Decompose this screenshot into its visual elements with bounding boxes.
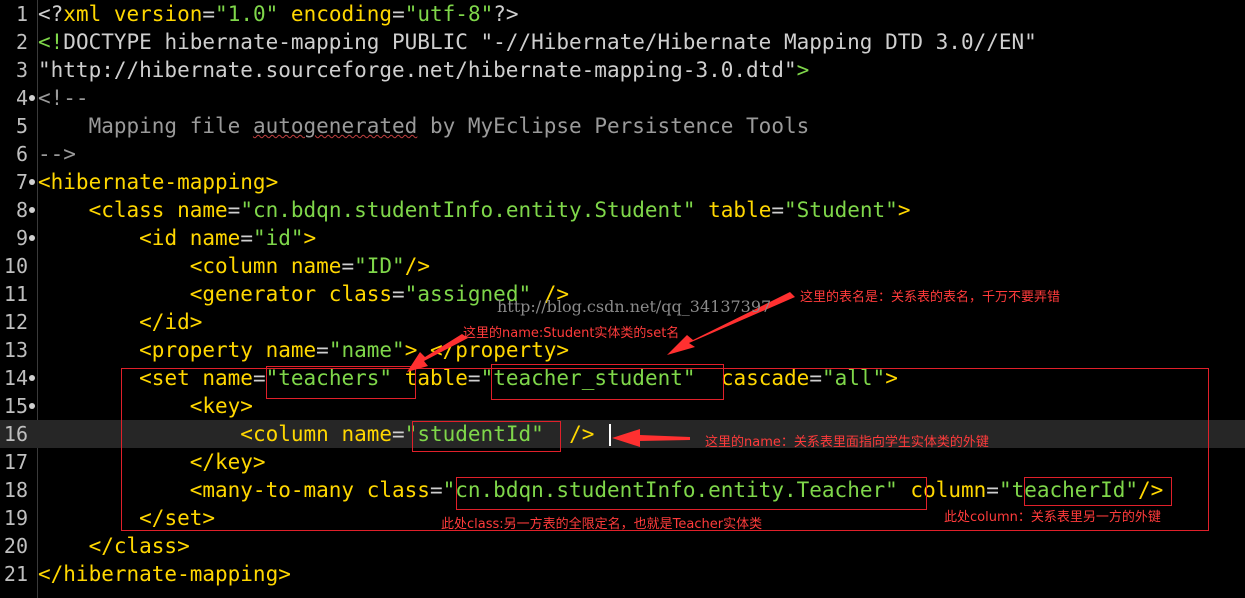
note-table-name: 这里的表名是：关系表的表名，千万不要弄错 xyxy=(800,290,1061,305)
note-set-name: 这里的name:Student实体类的set名 xyxy=(463,326,680,341)
note-many-to-many-column: 此处column：关系表里另一方的外键 xyxy=(944,510,1161,525)
note-key-column: 这里的name：关系表里面指向学生实体类的外键 xyxy=(705,435,989,450)
csdn-watermark: http://blog.csdn.net/qq_34137397 xyxy=(497,297,772,316)
note-many-to-many-class: 此处class:另一方表的全限定名，也就是Teacher实体类 xyxy=(441,517,763,532)
arrow-to-set-name xyxy=(407,334,468,372)
arrow-to-key-column xyxy=(612,429,690,447)
